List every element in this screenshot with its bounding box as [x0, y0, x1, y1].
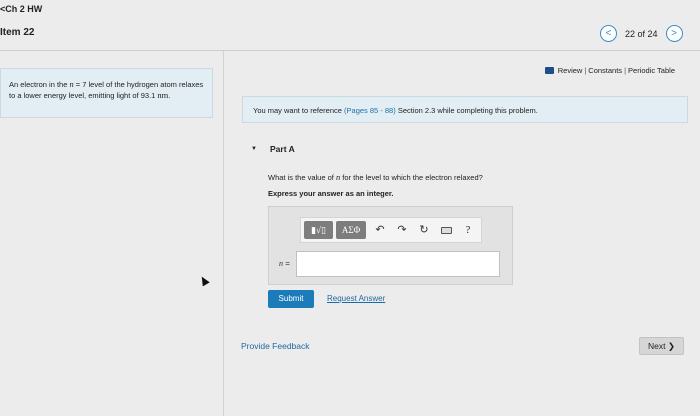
- book-icon: [544, 67, 554, 74]
- provide-feedback-link[interactable]: Provide Feedback: [241, 341, 310, 351]
- undo-icon[interactable]: ↶: [369, 221, 391, 239]
- reference-bar: You may want to reference (Pages 85 - 88…: [242, 96, 688, 123]
- prev-item-button[interactable]: <: [600, 25, 617, 42]
- back-to-assignment-link[interactable]: <Ch 2 HW: [0, 4, 42, 14]
- request-answer-link[interactable]: Request Answer: [327, 294, 385, 303]
- problem-unit: nm: [157, 90, 169, 100]
- item-title: Item 22: [0, 27, 35, 38]
- reference-text-a: You may want to reference: [253, 106, 345, 115]
- help-icon[interactable]: ?: [457, 221, 479, 239]
- resources-links: Review | Constants | Periodic Table: [544, 66, 675, 75]
- redo-icon[interactable]: ↷: [391, 221, 413, 239]
- reset-icon[interactable]: ↻: [413, 221, 435, 239]
- constants-link[interactable]: Constants: [588, 66, 622, 75]
- problem-statement: An electron in the n = 7 level of the hy…: [9, 79, 209, 101]
- item-pager: < 22 of 24 >: [600, 25, 683, 42]
- resources-separator: |: [584, 66, 587, 75]
- column-divider: [223, 51, 224, 416]
- submit-button[interactable]: Submit: [268, 290, 314, 308]
- answer-label: n =: [279, 259, 290, 268]
- reference-text-b: Section 2.3 while completing this proble…: [395, 106, 538, 115]
- question-text: What is the value of n for the level to …: [268, 172, 483, 182]
- next-item-button[interactable]: >: [665, 25, 683, 42]
- header-divider: [0, 50, 700, 51]
- answer-area: ▮√▯ ΑΣΦ ↶ ↷ ↻ ? n =: [268, 206, 513, 285]
- answer-instruction: Express your answer as an integer.: [268, 189, 394, 198]
- part-title[interactable]: Part A: [270, 144, 295, 154]
- problem-text-c: .: [168, 91, 171, 100]
- problem-text-a: An electron in the: [9, 80, 70, 89]
- resources-separator: |: [624, 66, 627, 75]
- reference-pages-link[interactable]: (Pages 85 - 88): [344, 106, 396, 115]
- review-link[interactable]: Review: [558, 66, 583, 75]
- problem-panel: An electron in the n = 7 level of the hy…: [0, 68, 213, 118]
- part-collapse-toggle-icon[interactable]: ▼: [251, 146, 257, 152]
- keyboard-icon[interactable]: [435, 221, 457, 239]
- math-toolbar: ▮√▯ ΑΣΦ ↶ ↷ ↻ ?: [300, 217, 482, 243]
- question-text-b: for the level to which the electron rela…: [340, 173, 483, 182]
- answer-eq: =: [283, 259, 290, 268]
- pager-position: 22 of 24: [625, 28, 658, 39]
- mouse-cursor-icon: [198, 274, 210, 287]
- fraction-root-template-button[interactable]: ▮√▯: [304, 221, 333, 239]
- periodic-table-link[interactable]: Periodic Table: [628, 66, 675, 75]
- question-text-a: What is the value of: [268, 173, 336, 182]
- greek-symbols-button[interactable]: ΑΣΦ: [336, 221, 366, 239]
- next-button[interactable]: Next ❯: [639, 337, 684, 355]
- answer-input[interactable]: [296, 251, 500, 277]
